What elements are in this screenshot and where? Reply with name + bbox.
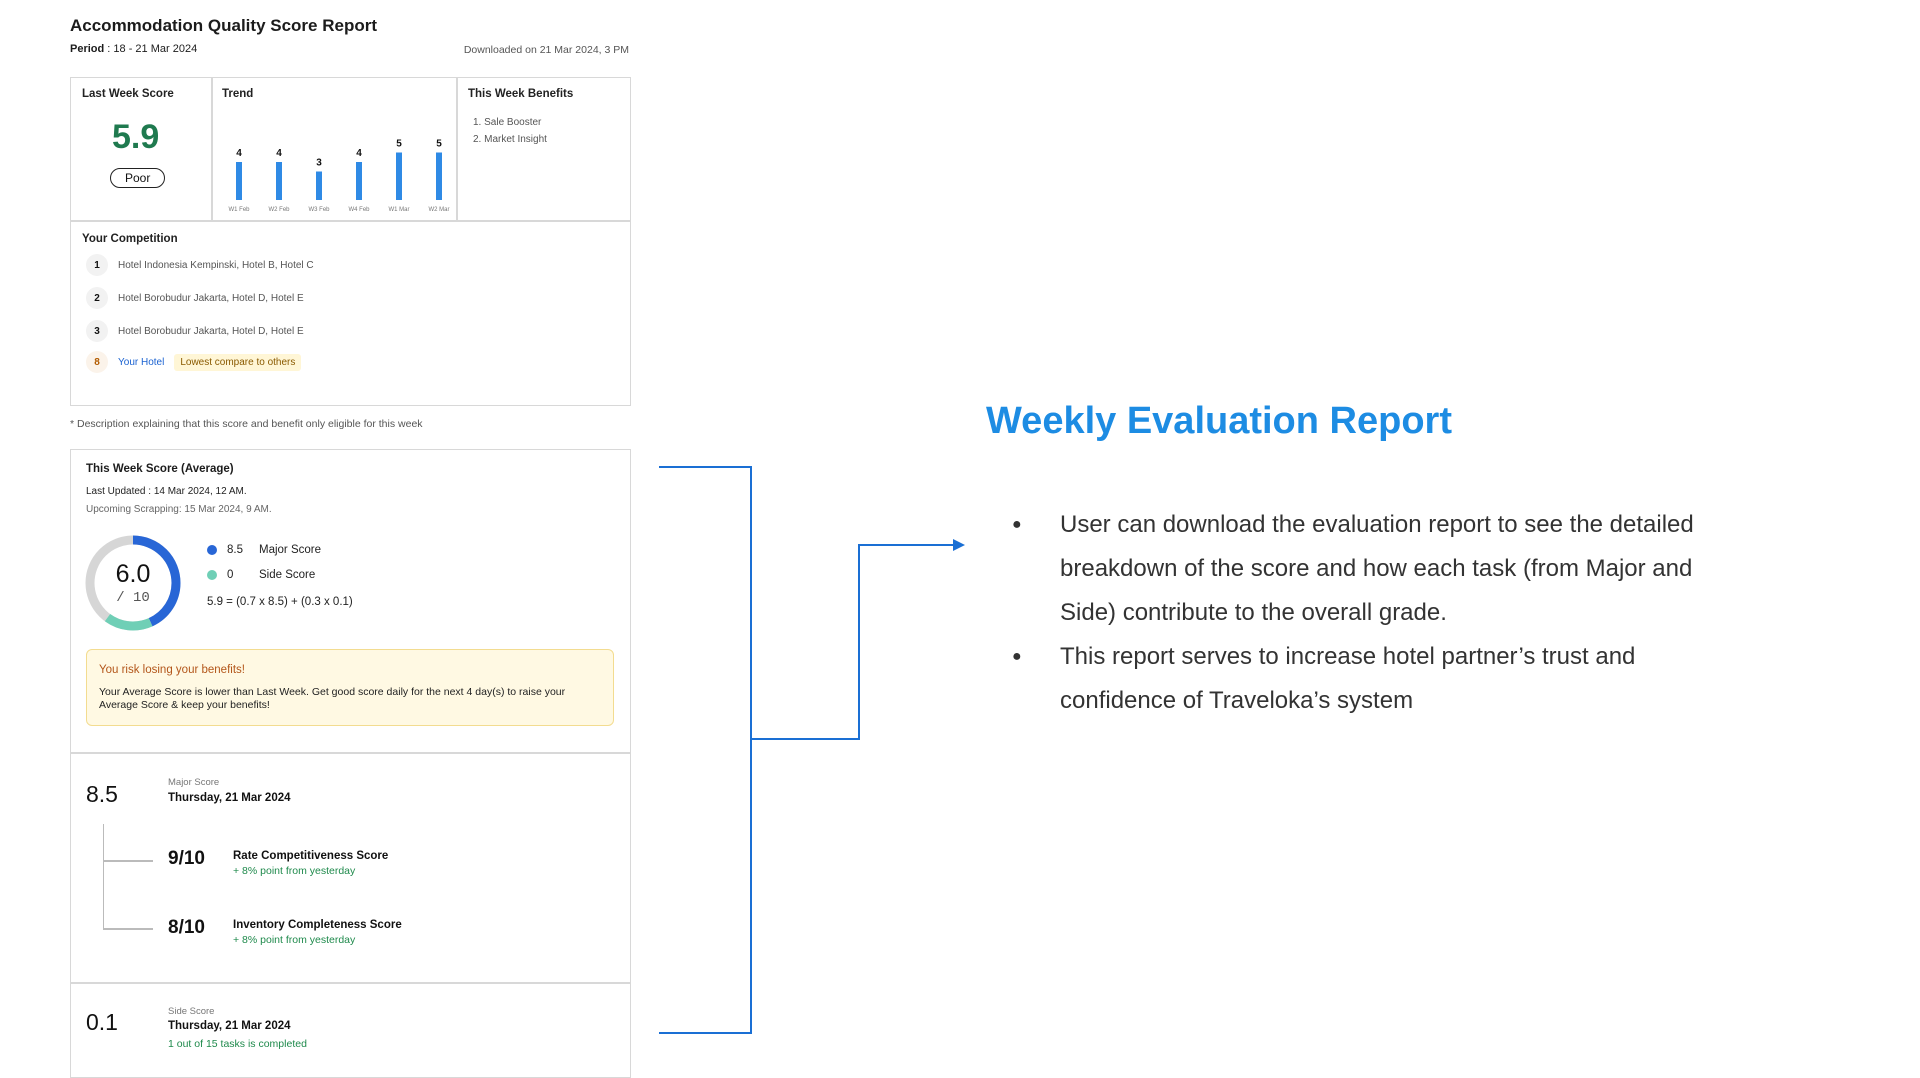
side-progress: 1 out of 15 tasks is completed (168, 1038, 307, 1050)
divider (71, 220, 630, 222)
rate-score: 9/10 (168, 848, 205, 869)
this-week-label: This Week Score (Average) (86, 463, 234, 475)
legend-side: 0 Side Score (207, 569, 315, 581)
explanation-bullet: This report serves to increase hotel par… (1012, 635, 1712, 723)
competition-row: 1 Hotel Indonesia Kempinski, Hotel B, Ho… (86, 254, 314, 276)
major-score-date: Thursday, 21 Mar 2024 (168, 792, 291, 804)
rank-badge: 3 (86, 320, 108, 342)
legend-major: 8.5 Major Score (207, 544, 321, 556)
competition-row: 2 Hotel Borobudur Jakarta, Hotel D, Hote… (86, 287, 304, 309)
major-score-type: Major Score (168, 777, 220, 788)
last-updated: Last Updated : 14 Mar 2024, 12 AM. (86, 486, 247, 497)
trend-tick-label: W2 Mar (429, 207, 450, 213)
competition-row: 3 Hotel Borobudur Jakarta, Hotel D, Hote… (86, 320, 304, 342)
tree-branch (103, 928, 153, 930)
period-label: Period (70, 43, 105, 55)
eligibility-note: * Description explaining that this score… (70, 418, 423, 430)
explanation-list: User can download the evaluation report … (1012, 503, 1712, 723)
major-score-value: 8.5 (86, 781, 118, 807)
trend-chart: 4 W1 Feb 4 W2 Feb 3 W3 Feb 4 W4 Feb 5 W1 Mar 5 W2 M… (228, 139, 450, 214)
lowest-badge: Lowest compare to others (174, 353, 302, 371)
trend-bar (316, 171, 322, 200)
trend-value-label: 3 (316, 158, 322, 169)
trend-tick-label: W1 Feb (228, 207, 250, 213)
rank-badge: 1 (86, 254, 108, 276)
explanation-title: Weekly Evaluation Report (986, 400, 1452, 442)
last-week-label: Last Week Score (82, 88, 174, 100)
trend-value-label: 5 (436, 139, 442, 150)
download-timestamp: Downloaded on 21 Mar 2024, 3 PM (463, 44, 629, 56)
report-period: Period : 18 - 21 Mar 2024 (70, 43, 197, 55)
tree-branch (103, 860, 153, 862)
major-value: 8.5 (227, 544, 243, 556)
score-out-of: / 10 (116, 590, 150, 606)
benefits-label: This Week Benefits (468, 88, 574, 100)
warning-banner: You risk losing your benefits! Your Aver… (86, 649, 614, 726)
divider (456, 78, 458, 220)
tree-line (103, 824, 104, 929)
competitor-names: Hotel Borobudur Jakarta, Hotel D, Hotel … (118, 325, 304, 337)
rate-label: Rate Competitiveness Score (233, 850, 389, 862)
inventory-score: 8/10 (168, 917, 205, 938)
warning-body: Your Average Score is lower than Last We… (99, 686, 566, 711)
side-score-value: 0.1 (86, 1009, 118, 1035)
trend-tick-label: W4 Feb (348, 207, 370, 213)
explanation-bullet: User can download the evaluation report … (1012, 503, 1712, 635)
trend-value-label: 4 (276, 148, 282, 159)
inventory-label: Inventory Completeness Score (233, 919, 402, 931)
divider (71, 752, 630, 754)
upcoming-scrapping: Upcoming Scrapping: 15 Mar 2024, 9 AM. (86, 504, 272, 515)
weekly-score-card: This Week Score (Average) Last Updated :… (70, 449, 631, 1078)
inventory-delta: + 8% point from yesterday (233, 934, 356, 946)
trend-bar (236, 162, 242, 200)
last-week-score: 5.9 (112, 118, 160, 156)
side-label: Side Score (259, 569, 316, 581)
divider (71, 982, 630, 984)
rank-badge: 8 (86, 351, 108, 373)
benefit-item: 2. Market Insight (473, 134, 547, 145)
period-value: : 18 - 21 Mar 2024 (107, 43, 198, 55)
trend-value-label: 5 (396, 139, 402, 150)
competition-label: Your Competition (82, 233, 178, 245)
trend-bar (396, 152, 402, 200)
side-dot (207, 570, 217, 580)
score-formula: 5.9 = (0.7 x 8.5) + (0.3 x 0.1) (207, 596, 353, 608)
grade-badge: Poor (110, 168, 166, 188)
side-score-type: Side Score (168, 1006, 215, 1017)
side-value: 0 (227, 569, 234, 581)
trend-tick-label: W2 Feb (268, 207, 290, 213)
trend-bar (356, 162, 362, 200)
arrow-head-icon (953, 539, 965, 551)
trend-tick-label: W1 Mar (389, 207, 410, 213)
report-title: Accommodation Quality Score Report (70, 16, 377, 35)
benefit-item: 1. Sale Booster (473, 117, 542, 128)
competitor-names: Hotel Borobudur Jakarta, Hotel D, Hotel … (118, 292, 304, 304)
connector-line (751, 544, 953, 740)
trend-tick-label: W3 Feb (308, 207, 330, 213)
average-score: 6.0 (115, 560, 151, 588)
warning-title: You risk losing your benefits! (99, 664, 245, 676)
rate-delta: + 8% point from yesterday (233, 865, 356, 877)
competition-row-mine: 8 Your Hotel Lowest compare to others (86, 351, 302, 373)
competitor-names: Hotel Indonesia Kempinski, Hotel B, Hote… (118, 259, 314, 271)
trend-label: Trend (222, 88, 254, 100)
connector-lines (659, 466, 965, 1034)
summary-card: Last Week Score 5.9 Poor Trend 4 W1 Feb 4 W… (70, 77, 631, 406)
trend-bar (436, 152, 442, 200)
side-score-date: Thursday, 21 Mar 2024 (168, 1020, 291, 1032)
major-dot (207, 545, 217, 555)
rank-badge: 2 (86, 287, 108, 309)
bracket-line (659, 466, 752, 1034)
trend-value-label: 4 (236, 148, 242, 159)
trend-value-label: 4 (356, 148, 362, 159)
trend-bar (276, 162, 282, 200)
your-hotel-label: Your Hotel (118, 356, 165, 368)
major-label: Major Score (259, 544, 321, 556)
